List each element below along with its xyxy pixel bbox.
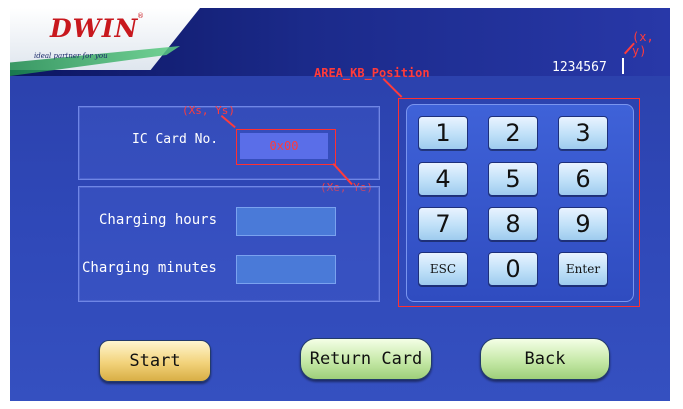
key-3[interactable]: 3 [558, 116, 608, 150]
key-9[interactable]: 9 [558, 207, 608, 241]
ic-card-label: IC Card No. [132, 132, 219, 147]
key-esc[interactable]: ESC [418, 252, 468, 286]
logo-registered-mark: ® [137, 12, 144, 20]
key-0[interactable]: 0 [488, 252, 538, 286]
key-7[interactable]: 7 [418, 207, 468, 241]
key-1[interactable]: 1 [418, 116, 468, 150]
charging-minutes-field[interactable] [236, 255, 336, 284]
back-button[interactable]: Back [480, 338, 610, 380]
ic-card-field[interactable]: 0x00 [236, 129, 336, 165]
return-card-button[interactable]: Return Card [300, 338, 432, 380]
annotation-start-point: (Xs, Ys) [182, 104, 235, 117]
annotation-cursor-coordinates: (x, y) [632, 30, 654, 58]
annotation-leader-area [382, 78, 403, 98]
key-enter[interactable]: Enter [558, 252, 608, 286]
start-button[interactable]: Start [99, 340, 211, 382]
charging-hours-label: Charging hours [99, 212, 218, 228]
annotation-keyboard-area: AREA_KB_Position [314, 66, 430, 80]
key-5[interactable]: 5 [488, 162, 538, 196]
logo-wordmark: DWIN [50, 14, 139, 43]
charging-minutes-label: Charging minutes [82, 260, 217, 276]
text-cursor [622, 58, 624, 74]
ic-card-value: 0x00 [240, 133, 328, 159]
key-4[interactable]: 4 [418, 162, 468, 196]
key-6[interactable]: 6 [558, 162, 608, 196]
logo-tagline: ideal partner for you [34, 52, 108, 60]
key-2[interactable]: 2 [488, 116, 538, 150]
key-8[interactable]: 8 [488, 207, 538, 241]
app-screen: DWIN ® ideal partner for you 1234567 (x,… [10, 8, 670, 401]
charging-panel [78, 186, 380, 302]
charging-hours-field[interactable] [236, 207, 336, 236]
number-display: 1234567 [552, 60, 607, 75]
